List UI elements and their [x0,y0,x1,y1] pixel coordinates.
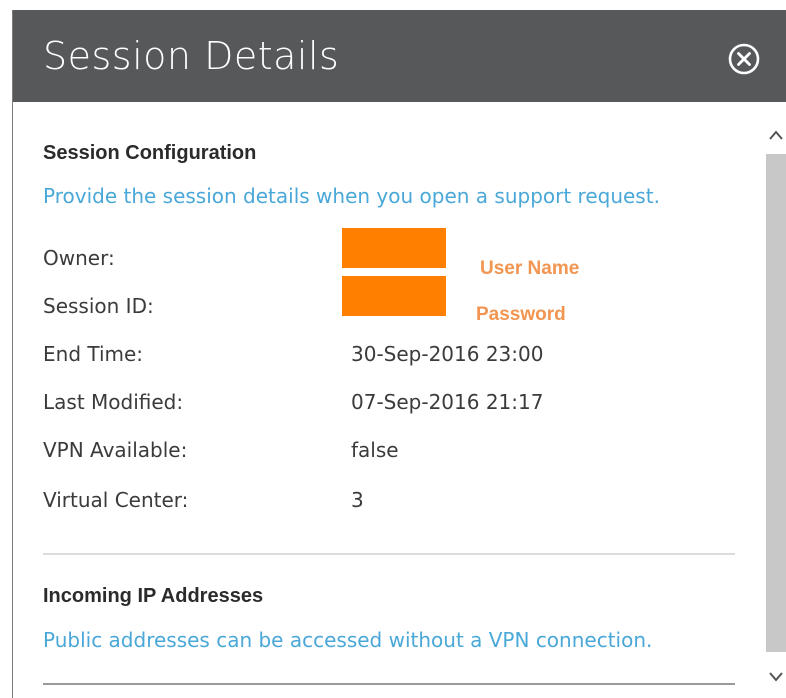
session-id-value-redacted [342,276,446,316]
owner-label: Owner: [43,246,115,270]
last-modified-label: Last Modified: [43,390,184,414]
incoming-ip-heading: Incoming IP Addresses [43,585,264,607]
chevron-up-icon[interactable] [768,128,784,144]
vpn-available-value: false [351,438,399,462]
last-modified-value: 07-Sep-2016 21:17 [351,390,544,414]
session-id-annotation: Password [476,304,566,325]
vertical-scrollbar[interactable] [765,102,786,698]
virtual-center-value: 3 [351,488,364,512]
session-id-label: Session ID: [43,294,154,318]
vpn-available-label: VPN Available: [43,438,188,462]
incoming-ip-description: Public addresses can be accessed without… [43,628,653,652]
owner-annotation: User Name [480,258,580,279]
session-details-dialog: Session Details Session Configuration Pr… [12,10,786,698]
owner-value-redacted [342,228,446,268]
dialog-content: Session Configuration Provide the sessio… [13,102,765,698]
dialog-title: Session Details [43,34,340,78]
section-divider [43,553,735,555]
close-icon[interactable] [726,41,762,77]
scrollbar-thumb[interactable] [766,154,786,652]
chevron-down-icon[interactable] [768,668,784,684]
virtual-center-label: Virtual Center: [43,488,189,512]
section-divider-bottom [43,683,735,685]
dialog-header: Session Details [13,10,786,102]
end-time-label: End Time: [43,342,144,366]
end-time-value: 30-Sep-2016 23:00 [351,342,544,366]
session-configuration-description: Provide the session details when you ope… [43,184,660,208]
session-configuration-heading: Session Configuration [43,142,257,164]
